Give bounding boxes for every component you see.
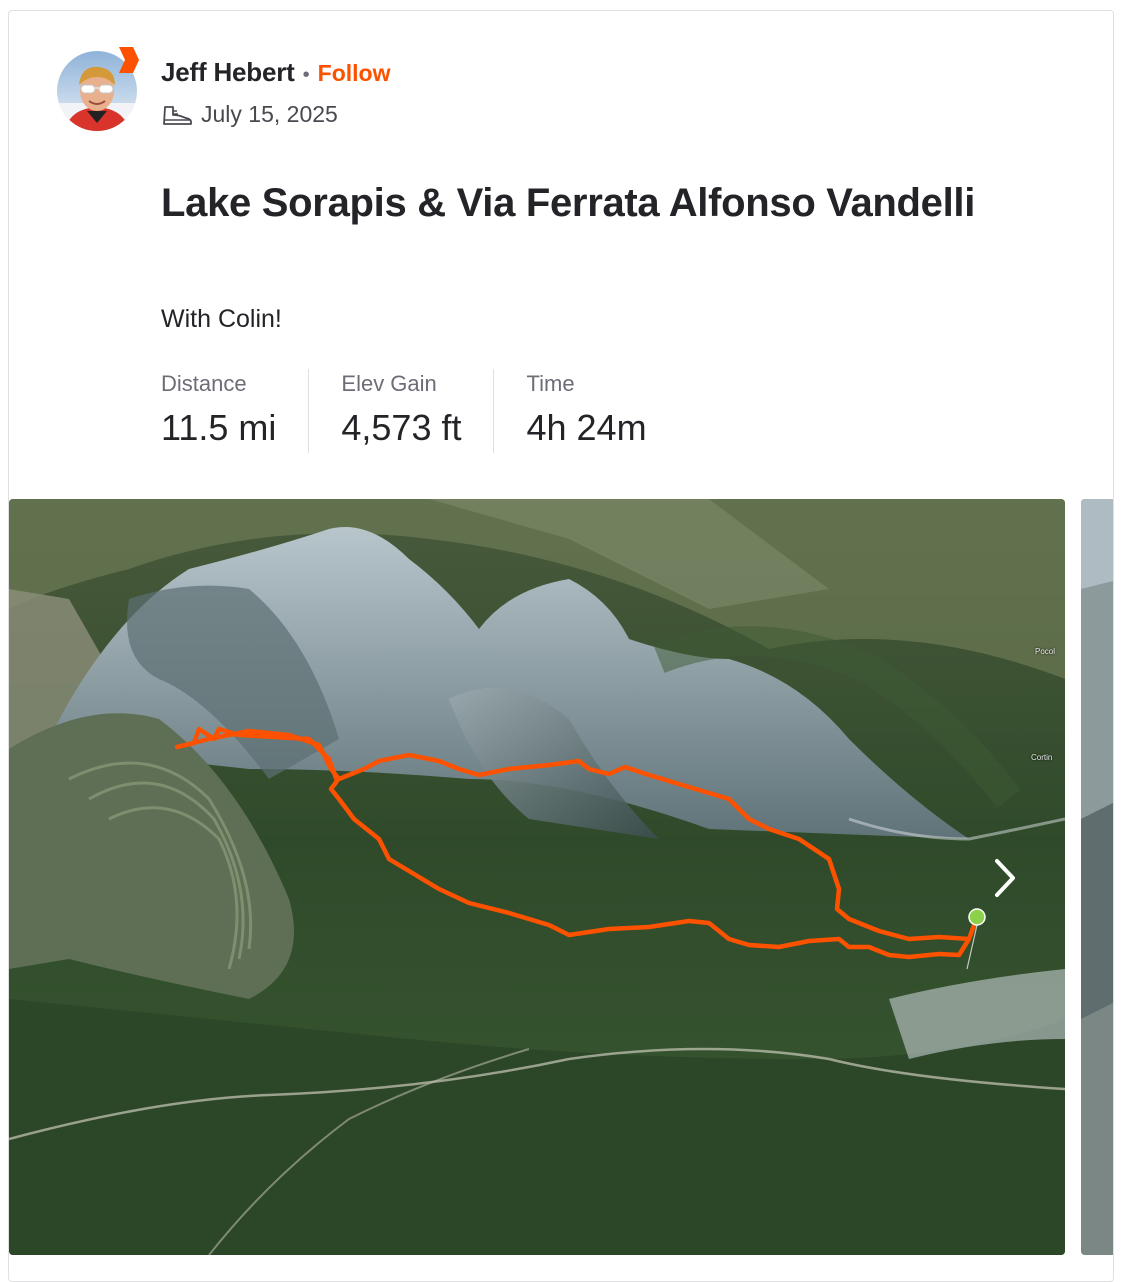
stat-label: Time	[526, 371, 575, 396]
athlete-name[interactable]: Jeff Hebert	[161, 57, 295, 88]
next-photo-button[interactable]	[985, 853, 1025, 903]
activity-stats: Distance 11.5 mi Elev Gain 4,573 ft Time…	[161, 369, 711, 453]
stat-elevation-gain: Elev Gain 4,573 ft	[341, 369, 495, 453]
activity-meta: July 15, 2025	[161, 101, 338, 128]
stat-value: 11.5 mi	[161, 407, 277, 448]
map-place-label: Pocol	[1035, 647, 1056, 656]
stat-time: Time 4h 24m	[526, 369, 678, 453]
athlete-avatar-link[interactable]	[57, 47, 139, 133]
hiking-shoe-icon	[163, 105, 192, 125]
activity-card: Jeff Hebert • Follow July 15, 2025 Lake …	[8, 10, 1114, 1282]
chevron-right-icon	[995, 859, 1015, 897]
stat-label: Elev Gain	[341, 371, 437, 396]
next-photo-preview[interactable]	[1081, 499, 1113, 1255]
stat-value: 4h 24m	[526, 407, 647, 448]
athlete-header: Jeff Hebert • Follow	[161, 57, 390, 88]
activity-date: July 15, 2025	[201, 101, 338, 127]
stat-distance: Distance 11.5 mi	[161, 369, 310, 453]
route-map-image[interactable]: Pocol Cortin	[9, 499, 1065, 1255]
separator-dot: •	[302, 64, 310, 86]
start-marker	[968, 908, 986, 926]
stat-value: 4,573 ft	[341, 407, 462, 448]
subscriber-badge-icon	[119, 47, 139, 73]
map-place-label: Cortin	[1031, 753, 1053, 762]
stat-label: Distance	[161, 371, 247, 396]
follow-button[interactable]: Follow	[318, 60, 391, 87]
activity-description: With Colin!	[161, 305, 282, 333]
activity-title[interactable]: Lake Sorapis & Via Ferrata Alfonso Vande…	[161, 175, 981, 231]
